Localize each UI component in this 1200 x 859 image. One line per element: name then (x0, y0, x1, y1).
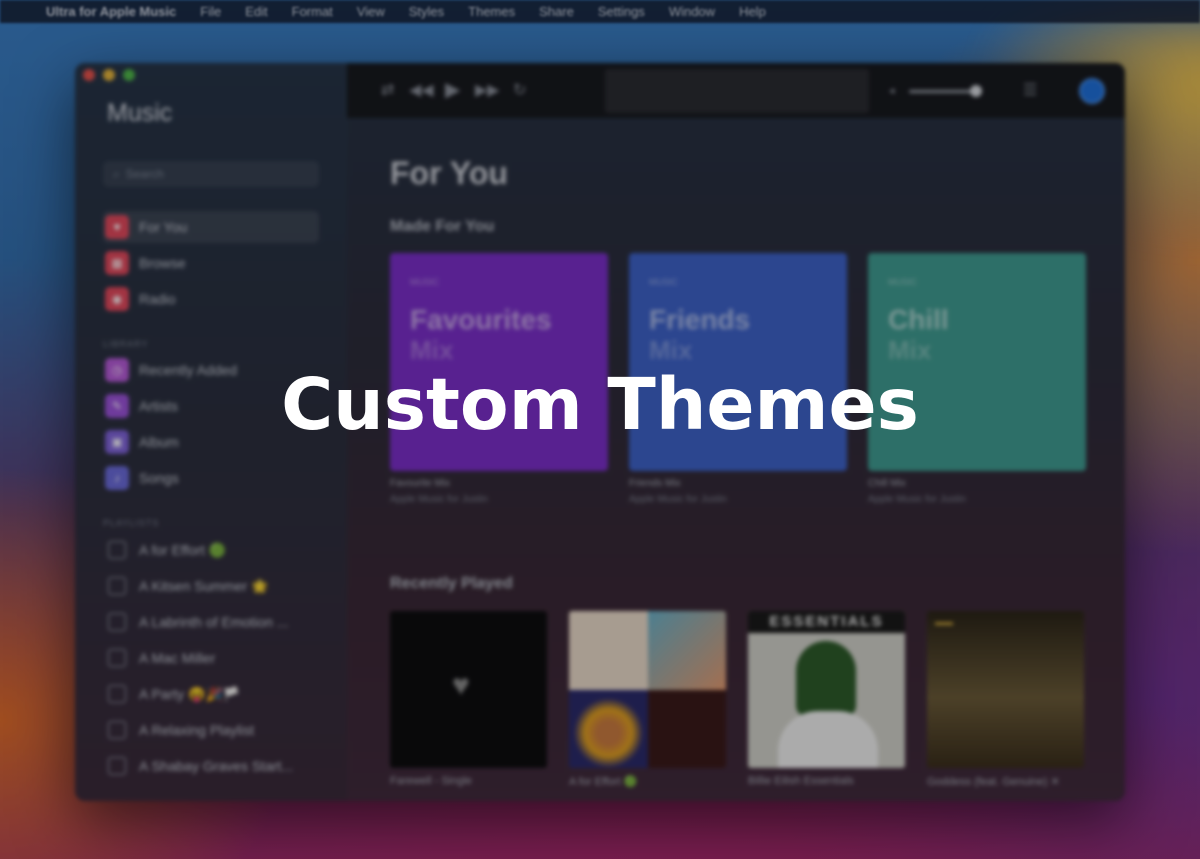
headline-title: Custom Themes (281, 363, 919, 446)
